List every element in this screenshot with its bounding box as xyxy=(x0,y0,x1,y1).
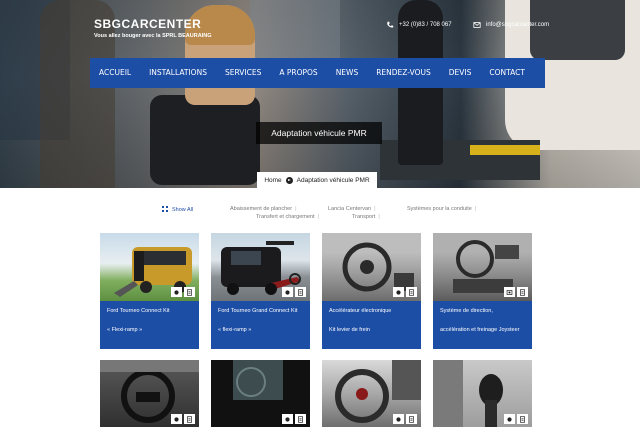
card-actions xyxy=(504,287,528,297)
card-image xyxy=(100,233,199,301)
zoom-icon[interactable] xyxy=(504,414,515,424)
filter-label: Transfert et chargement xyxy=(256,214,315,220)
card-caption: Ford Tourneo Grand Connect Kit « flexi-r… xyxy=(211,301,310,349)
filter-label: Transport xyxy=(352,214,376,220)
nav-item-rendez-vous[interactable]: RENDEZ-VOUS xyxy=(367,58,440,88)
filter-label: Systèmes pour la conduite xyxy=(407,206,472,212)
card-title: Système de direction, xyxy=(440,308,493,314)
zoom-icon[interactable] xyxy=(504,287,515,297)
zoom-icon[interactable] xyxy=(171,287,182,297)
chevron-right-icon xyxy=(285,177,293,184)
card-actions xyxy=(504,414,528,424)
card-description: « flexi-ramp » xyxy=(218,327,252,333)
filter-abaissement[interactable]: Abaissement de plancher | xyxy=(230,206,297,212)
card-caption: Système de direction, accélération et fr… xyxy=(433,301,532,349)
breadcrumb: Home Adaptation véhicule PMR xyxy=(257,172,377,189)
filter-transport[interactable]: Transport | xyxy=(352,214,380,220)
logo-text: SBGCARCENTER xyxy=(94,17,202,31)
filter-show-all[interactable]: Show All xyxy=(162,206,193,213)
document-icon[interactable] xyxy=(295,287,306,297)
mail-icon xyxy=(473,22,481,28)
filter-systemes[interactable]: Systèmes pour la conduite | xyxy=(407,206,476,212)
contact-phone[interactable]: +32 (0)83 / 708 067 xyxy=(386,21,452,29)
filter-label: Lancia Centervan xyxy=(328,206,372,212)
zoom-icon[interactable] xyxy=(171,414,182,424)
portfolio-filters: Show All Abaissement de plancher | Lancia… xyxy=(160,204,500,224)
page-title: Adaptation véhicule PMR xyxy=(256,122,382,144)
filter-lancia[interactable]: Lancia Centervan | xyxy=(328,206,376,212)
card-description: accélération et freinage Joysteer xyxy=(440,327,520,333)
phone-number: +32 (0)83 / 708 067 xyxy=(399,22,452,28)
zoom-icon[interactable] xyxy=(282,287,293,297)
email-address: info@sbgcarcenter.com xyxy=(486,22,550,28)
filter-label: Show All xyxy=(172,207,194,213)
phone-icon xyxy=(387,21,394,28)
breadcrumb-current: Adaptation véhicule PMR xyxy=(296,177,370,184)
site-logo[interactable]: SBGCARCENTER Vous allez bouger avec la S… xyxy=(94,17,211,39)
nav-item-contact[interactable]: CONTACT xyxy=(480,58,534,88)
card-image xyxy=(322,233,421,301)
filter-label: Abaissement de plancher xyxy=(230,206,293,212)
zoom-icon[interactable] xyxy=(282,414,293,424)
main-navigation: ACCUEIL INSTALLATIONS SERVICES A PROPOS … xyxy=(90,58,545,88)
card-description: Kit levier de frein xyxy=(329,327,370,333)
lift-rail xyxy=(470,145,540,155)
wheelchair xyxy=(150,95,260,185)
card-title: Ford Tourneo Grand Connect Kit xyxy=(218,308,298,314)
card-description: « Flexi-ramp » xyxy=(107,327,143,333)
document-icon[interactable] xyxy=(406,414,417,424)
nav-item-installations[interactable]: INSTALLATIONS xyxy=(140,58,216,88)
logo-tagline: Vous allez bouger avec la SPRL BEAURAING xyxy=(94,33,212,39)
nav-item-a-propos[interactable]: A PROPOS xyxy=(270,58,326,88)
card-actions xyxy=(393,414,417,424)
nav-item-news[interactable]: NEWS xyxy=(327,58,368,88)
breadcrumb-home[interactable]: Home xyxy=(264,177,281,184)
document-icon[interactable] xyxy=(184,287,195,297)
hero-van-window xyxy=(530,0,625,60)
document-icon[interactable] xyxy=(517,414,528,424)
zoom-icon[interactable] xyxy=(393,287,404,297)
document-icon[interactable] xyxy=(295,414,306,424)
document-icon[interactable] xyxy=(184,414,195,424)
card-actions xyxy=(171,287,195,297)
nav-item-devis[interactable]: DEVIS xyxy=(440,58,481,88)
nav-item-services[interactable]: SERVICES xyxy=(216,58,270,88)
card-image xyxy=(211,360,310,427)
card-actions xyxy=(393,287,417,297)
contact-email[interactable]: info@sbgcarcenter.com xyxy=(473,21,549,29)
card-image xyxy=(322,360,421,427)
nav-item-accueil[interactable]: ACCUEIL xyxy=(90,58,140,88)
card-image xyxy=(433,360,532,427)
card-actions xyxy=(282,287,306,297)
card-actions xyxy=(171,414,195,424)
card-caption: Accélérateur électronique Kit levier de … xyxy=(322,301,421,349)
filter-transfert[interactable]: Transfert et chargement | xyxy=(256,214,319,220)
card-title: Ford Tourneo Connect Kit xyxy=(107,308,170,314)
zoom-icon[interactable] xyxy=(393,414,404,424)
card-image xyxy=(211,233,310,301)
card-image xyxy=(433,233,532,301)
document-icon[interactable] xyxy=(517,287,528,297)
card-image xyxy=(100,360,199,427)
card-caption: Ford Tourneo Connect Kit « Flexi-ramp » xyxy=(100,301,199,349)
card-actions xyxy=(282,414,306,424)
document-icon[interactable] xyxy=(406,287,417,297)
card-title: Accélérateur électronique xyxy=(329,308,392,314)
grid-icon xyxy=(162,206,168,212)
